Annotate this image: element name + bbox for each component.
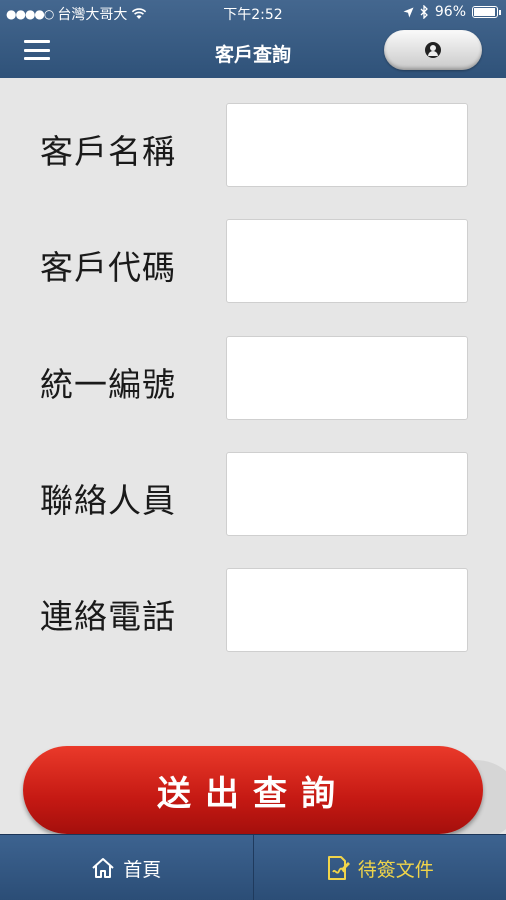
bluetooth-icon bbox=[420, 5, 428, 19]
form-row-customer-name: 客戶名稱 bbox=[0, 103, 506, 189]
form-row-customer-code: 客戶代碼 bbox=[0, 219, 506, 305]
tab-home[interactable]: 首頁 bbox=[0, 835, 253, 900]
contact-phone-label: 連絡電話 bbox=[40, 597, 176, 636]
battery-level bbox=[474, 8, 496, 16]
status-bar: ●●●●○ 台灣大哥大 下午2:52 96% bbox=[0, 0, 506, 26]
top-bar: ●●●●○ 台灣大哥大 下午2:52 96% 客戶查詢 bbox=[0, 0, 506, 78]
document-sign-icon bbox=[327, 856, 350, 880]
tab-pending-documents-label: 待簽文件 bbox=[357, 858, 434, 881]
contact-person-input[interactable] bbox=[226, 452, 468, 536]
battery-percent: 96% bbox=[434, 4, 466, 20]
tab-home-label: 首頁 bbox=[123, 858, 162, 881]
customer-code-input[interactable] bbox=[226, 219, 468, 303]
tab-pending-documents[interactable]: 待簽文件 bbox=[252, 835, 506, 900]
form-row-contact-phone: 連絡電話 bbox=[0, 568, 506, 654]
user-icon bbox=[425, 42, 441, 58]
contact-person-label: 聯絡人員 bbox=[40, 481, 176, 520]
customer-query-screen: ●●●●○ 台灣大哥大 下午2:52 96% 客戶查詢 客戶名稱 客戶代碼 統一… bbox=[0, 0, 506, 900]
contact-phone-input[interactable] bbox=[226, 568, 468, 652]
customer-name-input[interactable] bbox=[226, 103, 468, 187]
status-right: 96% bbox=[403, 4, 501, 20]
customer-name-label: 客戶名稱 bbox=[40, 132, 176, 171]
form-row-contact-person: 聯絡人員 bbox=[0, 452, 506, 538]
battery-icon bbox=[472, 6, 501, 18]
submit-query-button[interactable]: 送出查詢 bbox=[23, 746, 483, 834]
tab-bar: 首頁 待簽文件 bbox=[0, 834, 506, 900]
home-icon bbox=[92, 858, 114, 878]
tax-id-label: 統一編號 bbox=[40, 365, 176, 404]
form-row-tax-id: 統一編號 bbox=[0, 336, 506, 422]
tax-id-input[interactable] bbox=[226, 336, 468, 420]
profile-button[interactable] bbox=[384, 30, 482, 70]
location-arrow-icon bbox=[403, 7, 414, 17]
nav-bar: 客戶查詢 bbox=[0, 26, 506, 78]
customer-code-label: 客戶代碼 bbox=[40, 248, 176, 287]
